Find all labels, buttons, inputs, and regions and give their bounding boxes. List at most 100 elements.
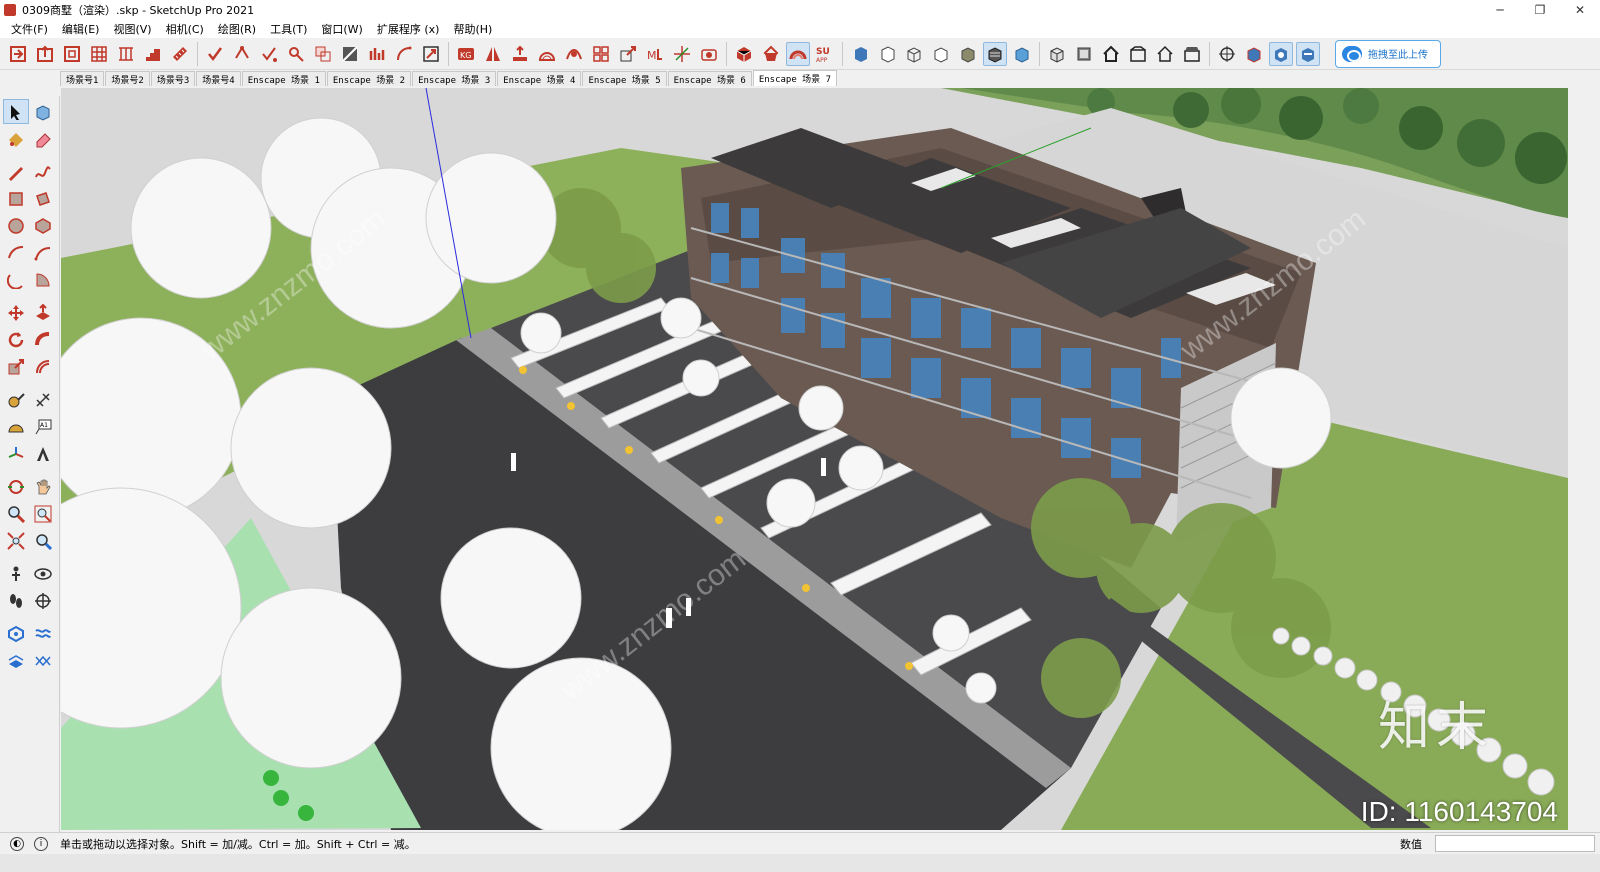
modeling-viewport[interactable]: www.znzmo.com www.znzmo.com www.znzmo.co… (61, 88, 1568, 830)
pin-tool-icon[interactable] (284, 42, 308, 66)
section-fill-icon[interactable] (1296, 41, 1320, 66)
zoom-window-icon[interactable] (30, 501, 56, 526)
su-app-icon[interactable]: SU APP (813, 42, 837, 66)
hidden-line-icon[interactable] (929, 42, 953, 66)
scene-tab-enscape-6[interactable]: Enscape 场景 6 (667, 71, 752, 86)
scene-tab-enscape-2[interactable]: Enscape 场景 2 (326, 71, 412, 86)
check-face-icon[interactable] (257, 42, 281, 66)
dome-icon[interactable] (535, 42, 559, 66)
left-view-icon[interactable] (1180, 42, 1204, 66)
kg-plugin-icon[interactable]: KG (454, 42, 478, 66)
menu-tools[interactable]: 工具(T) (263, 21, 314, 37)
minimize-button[interactable]: ─ (1480, 0, 1520, 20)
scale-arrow-icon[interactable] (616, 42, 640, 66)
sandbox-stamp-icon[interactable] (3, 648, 29, 673)
stairs-icon[interactable] (141, 42, 165, 66)
sandbox-smoove-icon[interactable] (30, 621, 56, 646)
rainbow-plugin-icon[interactable] (786, 41, 810, 66)
arc-icon[interactable] (3, 240, 29, 265)
scene-tab-4[interactable]: 场景号4 (196, 71, 241, 86)
look-around-icon[interactable] (30, 561, 56, 586)
offset-icon[interactable] (30, 354, 56, 379)
position-camera-icon[interactable] (3, 561, 29, 586)
info-icon[interactable]: i (34, 836, 48, 851)
menu-help[interactable]: 帮助(H) (446, 21, 499, 37)
3d-text-icon[interactable] (30, 441, 56, 466)
grid-icon[interactable] (87, 42, 111, 66)
close-button[interactable]: ✕ (1560, 0, 1600, 20)
front-view-icon[interactable] (1099, 42, 1123, 66)
rectangle-icon[interactable] (3, 186, 29, 211)
measurements-input[interactable] (1435, 835, 1595, 852)
section-plane-icon[interactable] (1215, 42, 1239, 66)
paint-bucket-icon[interactable] (759, 42, 783, 66)
menu-draw[interactable]: 绘图(R) (211, 21, 263, 37)
tape-measure-icon[interactable] (3, 387, 29, 412)
circle-icon[interactable] (3, 213, 29, 238)
top-view-icon[interactable] (1072, 42, 1096, 66)
curve-tool-icon[interactable] (562, 42, 586, 66)
back-edges-icon[interactable] (875, 42, 899, 66)
iso-view-icon[interactable] (1045, 42, 1069, 66)
axes-icon[interactable] (3, 441, 29, 466)
export-icon[interactable] (33, 42, 57, 66)
zoom-extents-icon[interactable] (3, 528, 29, 553)
upload-dropzone-button[interactable]: 拖拽至此上传 (1335, 39, 1441, 68)
pie-icon[interactable] (30, 267, 56, 292)
scene-tab-enscape-1[interactable]: Enscape 场景 1 (241, 71, 326, 86)
polygon-icon[interactable] (30, 213, 56, 238)
shaded-textures-icon[interactable] (983, 41, 1007, 66)
eraser-icon[interactable] (30, 126, 56, 151)
shadow-box-icon[interactable] (338, 42, 362, 66)
menu-window[interactable]: 窗口(W) (314, 21, 369, 37)
array-icon[interactable] (589, 42, 613, 66)
scene-tab-enscape-3[interactable]: Enscape 场景 3 (412, 71, 497, 86)
menu-file[interactable]: 文件(F) (4, 21, 55, 37)
dimension-icon[interactable] (30, 387, 56, 412)
follow-me-icon[interactable] (30, 327, 56, 352)
import-icon[interactable] (6, 42, 30, 66)
ml-plugin-icon[interactable]: M (643, 42, 667, 66)
line-pencil-icon[interactable] (3, 159, 29, 184)
mirror-icon[interactable] (481, 42, 505, 66)
scene-tab-enscape-4[interactable]: Enscape 场景 4 (497, 71, 582, 86)
push-pull-icon[interactable] (30, 300, 56, 325)
make-component-icon[interactable] (30, 99, 56, 124)
menu-extensions[interactable]: 扩展程序 (x) (370, 21, 447, 37)
wireframe-icon[interactable] (902, 42, 926, 66)
menu-view[interactable]: 视图(V) (106, 21, 158, 37)
section-plane-tool-icon[interactable] (30, 588, 56, 613)
axis-tool-icon[interactable] (670, 42, 694, 66)
select-arrow-icon[interactable] (3, 99, 29, 124)
scene-tab-2[interactable]: 场景号2 (105, 71, 150, 86)
resize-box-icon[interactable] (419, 42, 443, 66)
menu-camera[interactable]: 相机(C) (159, 21, 211, 37)
section-display-icon[interactable] (1242, 42, 1266, 66)
ruby-box-icon[interactable] (732, 42, 756, 66)
monochrome-icon[interactable] (1010, 42, 1034, 66)
previous-view-icon[interactable] (30, 528, 56, 553)
bar-graph-icon[interactable] (365, 42, 389, 66)
scale-icon[interactable] (3, 354, 29, 379)
columns-icon[interactable] (114, 42, 138, 66)
three-point-arc-icon[interactable] (3, 267, 29, 292)
right-view-icon[interactable] (1126, 42, 1150, 66)
zoom-icon[interactable] (3, 501, 29, 526)
xray-style-icon[interactable] (848, 42, 872, 66)
arc-tool-icon[interactable] (392, 42, 416, 66)
menu-edit[interactable]: 编辑(E) (55, 21, 107, 37)
section-cut-icon[interactable] (1269, 41, 1293, 66)
scene-tab-enscape-7[interactable]: Enscape 场景 7 (752, 70, 837, 86)
two-point-arc-icon[interactable] (30, 240, 56, 265)
sandbox-from-contours-icon[interactable] (3, 621, 29, 646)
back-view-icon[interactable] (1153, 42, 1177, 66)
scene-tab-3[interactable]: 场景号3 (150, 71, 196, 86)
freehand-icon[interactable] (30, 159, 56, 184)
camera-icon[interactable] (697, 42, 721, 66)
geo-location-icon[interactable]: ◐ (10, 836, 24, 851)
move-icon[interactable] (3, 300, 29, 325)
ruler-icon[interactable] (168, 42, 192, 66)
restore-button[interactable]: ❐ (1520, 0, 1560, 20)
rotated-rectangle-icon[interactable] (30, 186, 56, 211)
walk-footprints-icon[interactable] (3, 588, 29, 613)
